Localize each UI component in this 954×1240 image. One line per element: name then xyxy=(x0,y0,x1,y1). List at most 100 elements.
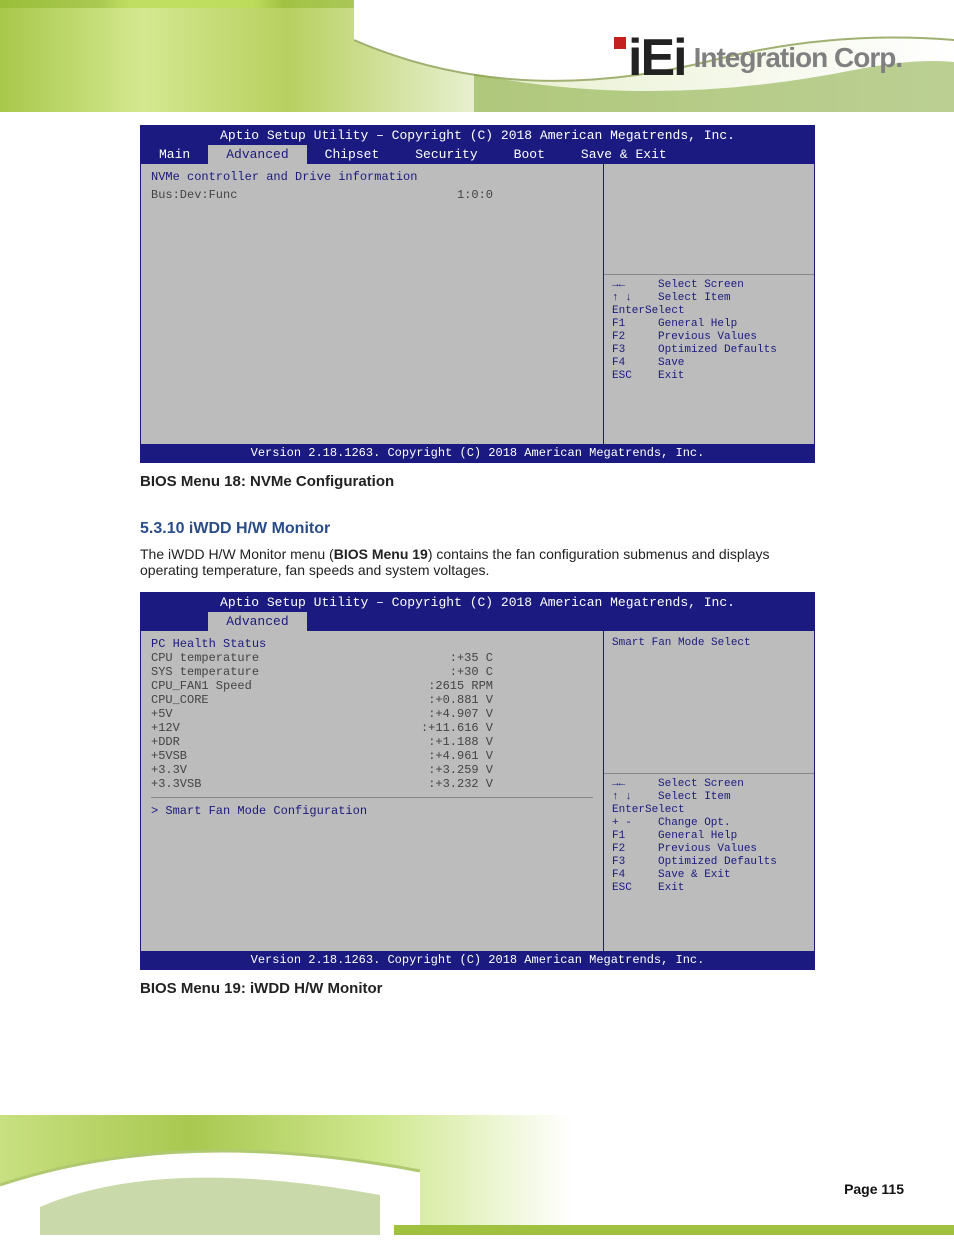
tab-advanced-2[interactable]: Advanced xyxy=(208,612,306,631)
health-value: :2615 RPM xyxy=(428,679,593,693)
help-change-opt: Change Opt. xyxy=(658,817,731,829)
health-row: +3.3VSB :+3.232 V xyxy=(151,777,593,791)
health-value: :+4.961 V xyxy=(428,749,593,763)
help-enter: EnterSelect xyxy=(612,305,685,317)
bios-version-2: Version 2.18.1263. Copyright (C) 2018 Am… xyxy=(141,951,814,969)
bios-version: Version 2.18.1263. Copyright (C) 2018 Am… xyxy=(141,444,814,462)
bios-left-pane-2: PC Health Status CPU temperature:+35 CSY… xyxy=(141,631,604,951)
para-prefix: The iWDD H/W Monitor menu ( xyxy=(140,546,334,562)
health-row: +5VSB :+4.961 V xyxy=(151,749,593,763)
health-label: SYS temperature xyxy=(151,665,259,679)
page-content: Aptio Setup Utility – Copyright (C) 2018… xyxy=(140,125,815,1027)
help-save-2: Save & Exit xyxy=(658,869,731,881)
health-value: :+4.907 V xyxy=(428,707,593,721)
health-value: :+11.616 V xyxy=(421,721,593,735)
caption-bios19: BIOS Menu 19: iWDD H/W Monitor xyxy=(140,980,815,997)
help-desc: Smart Fan Mode Select xyxy=(612,637,806,649)
health-row: +5V :+4.907 V xyxy=(151,707,593,721)
tab-security[interactable]: Security xyxy=(397,145,495,164)
health-label: +DDR xyxy=(151,735,180,749)
bios-title-2: Aptio Setup Utility – Copyright (C) 2018… xyxy=(141,593,814,612)
health-label: +5V xyxy=(151,707,173,721)
help-optdef: Optimized Defaults xyxy=(658,344,777,356)
health-row: CPU_CORE :+0.881 V xyxy=(151,693,593,707)
help-optdef-2: Optimized Defaults xyxy=(658,856,777,868)
help-esc-key: ESC xyxy=(612,370,658,382)
help-pm-key: + - xyxy=(612,817,658,829)
tab-main[interactable]: Main xyxy=(141,145,208,164)
caption-bios18: BIOS Menu 18: NVMe Configuration xyxy=(140,473,815,490)
section-heading: 5.3.10 iWDD H/W Monitor xyxy=(140,520,815,538)
logo-dot-icon xyxy=(614,37,626,49)
help-select-screen: Select Screen xyxy=(658,279,744,291)
help-save: Save xyxy=(658,357,684,369)
help-f3-key: F3 xyxy=(612,344,658,356)
health-value: :+1.188 V xyxy=(428,735,593,749)
bios-title: Aptio Setup Utility – Copyright (C) 2018… xyxy=(141,126,814,145)
help-f1-key: F1 xyxy=(612,318,658,330)
health-row: SYS temperature :+30 C xyxy=(151,665,593,679)
arrow-ud-icon: ↑ ↓ xyxy=(612,292,658,304)
health-row: +DDR :+1.188 V xyxy=(151,735,593,749)
bios-help-pane-2: Smart Fan Mode Select →←Select Screen ↑ … xyxy=(604,631,814,951)
health-row: +12V :+11.616 V xyxy=(151,721,593,735)
health-label: CPU_FAN1 Speed xyxy=(151,679,252,693)
section-label-2: PC Health Status xyxy=(151,637,593,651)
health-label: CPU temperature xyxy=(151,651,259,665)
page-number: Page 115 xyxy=(844,1181,904,1197)
help-f1-key-2: F1 xyxy=(612,830,658,842)
help-select-screen-2: Select Screen xyxy=(658,778,744,790)
opt-bus-dev-func: Bus:Dev:Func xyxy=(151,188,237,202)
help-f2-key: F2 xyxy=(612,331,658,343)
health-value: :+35 C xyxy=(450,651,593,665)
health-value: :+30 C xyxy=(450,665,593,679)
help-exit: Exit xyxy=(658,370,684,382)
tab-save-exit[interactable]: Save & Exit xyxy=(563,145,685,164)
bios-menu-19: Aptio Setup Utility – Copyright (C) 2018… xyxy=(140,592,815,970)
logo-iei-text: iEi xyxy=(628,28,686,88)
tab-chipset[interactable]: Chipset xyxy=(307,145,398,164)
health-value: :+0.881 V xyxy=(428,693,593,707)
bios-help-pane: →←Select Screen ↑ ↓Select Item EnterSele… xyxy=(604,164,814,444)
tab-boot[interactable]: Boot xyxy=(496,145,563,164)
help-f3-key-2: F3 xyxy=(612,856,658,868)
health-label: +5VSB xyxy=(151,749,187,763)
para-link[interactable]: BIOS Menu 19 xyxy=(334,546,428,562)
health-label: +3.3V xyxy=(151,763,187,777)
help-f2-key-2: F2 xyxy=(612,843,658,855)
help-general: General Help xyxy=(658,318,737,330)
help-select-item-2: Select Item xyxy=(658,791,731,803)
health-value: :+3.259 V xyxy=(428,763,593,777)
header-band: iEi Integration Corp. xyxy=(0,0,954,112)
health-label: +3.3VSB xyxy=(151,777,201,791)
health-label: CPU_CORE xyxy=(151,693,209,707)
bios-menu-18: Aptio Setup Utility – Copyright (C) 2018… xyxy=(140,125,815,463)
help-prev: Previous Values xyxy=(658,331,757,343)
health-row: +3.3V :+3.259 V xyxy=(151,763,593,777)
arrow-lr-icon-2: →← xyxy=(612,778,658,790)
help-general-2: General Help xyxy=(658,830,737,842)
bios-tab-bar-2: Main Advanced xyxy=(141,612,814,631)
health-label: +12V xyxy=(151,721,180,735)
help-exit-2: Exit xyxy=(658,882,684,894)
help-select-item: Select Item xyxy=(658,292,731,304)
health-value: :+3.232 V xyxy=(428,777,593,791)
health-row: CPU_FAN1 Speed :2615 RPM xyxy=(151,679,593,693)
val-bus-dev-func: 1:0:0 xyxy=(457,188,593,202)
footer-band xyxy=(0,1115,954,1235)
section-label: NVMe controller and Drive information xyxy=(151,170,593,184)
arrow-ud-icon-2: ↑ ↓ xyxy=(612,791,658,803)
submenu-smartfan[interactable]: > Smart Fan Mode Configuration xyxy=(151,804,593,818)
brand-logo: iEi Integration Corp. xyxy=(614,18,934,98)
logo-subtext: Integration Corp. xyxy=(694,42,903,74)
help-f4-key-2: F4 xyxy=(612,869,658,881)
help-enter-2: EnterSelect xyxy=(612,804,685,816)
arrow-lr-icon: →← xyxy=(612,279,658,291)
health-row: CPU temperature :+35 C xyxy=(151,651,593,665)
bios-left-pane: NVMe controller and Drive information Bu… xyxy=(141,164,604,444)
section-paragraph: The iWDD H/W Monitor menu (BIOS Menu 19)… xyxy=(140,546,815,578)
help-f4-key: F4 xyxy=(612,357,658,369)
bios-tab-bar: Main Advanced Chipset Security Boot Save… xyxy=(141,145,814,164)
tab-advanced[interactable]: Advanced xyxy=(208,145,306,164)
help-prev-2: Previous Values xyxy=(658,843,757,855)
